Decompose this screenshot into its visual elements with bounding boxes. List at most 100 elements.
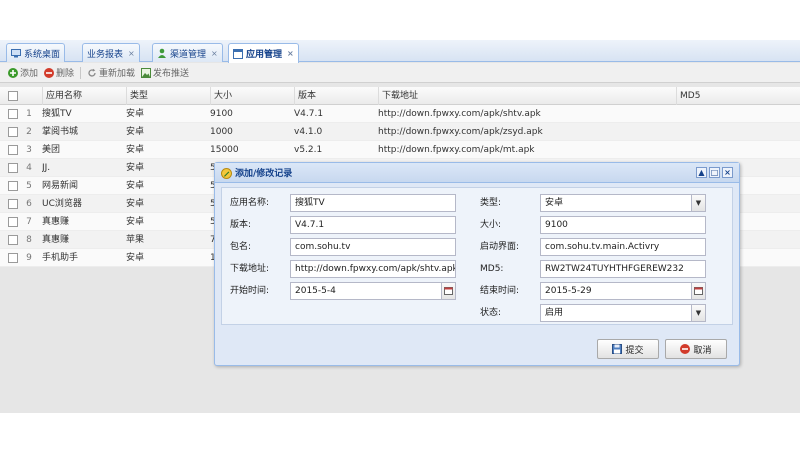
toolbar: 添加 删除 重新加载 发布推送 [0,63,800,83]
type-select[interactable]: 安卓 ▼ [540,194,706,212]
column-header-type[interactable]: 类型 [126,87,208,105]
cell-name: 真惠赚 [42,217,70,227]
cell-name: 美团 [42,145,61,155]
row-checkbox[interactable] [8,127,18,137]
tab-app-management[interactable]: 应用管理 × [228,43,299,63]
row-checkbox[interactable] [8,145,18,155]
cell-type: 安卓 [126,181,145,191]
add-button-label: 添加 [20,69,39,79]
row-number: 6 [26,199,32,209]
tab-reports[interactable]: 业务报表 × [82,43,140,62]
dialog-titlebar[interactable]: 添加/修改记录 ▲ □ × [215,163,739,183]
cell-name: JJ. [42,163,51,173]
publish-button[interactable]: 发布推送 [141,66,189,79]
cell-type: 安卓 [126,253,145,263]
row-number: 5 [26,181,32,191]
version-input[interactable]: V4.7.1 [290,216,456,234]
table-row[interactable]: 3 美团 安卓 15000 v5.2.1 http://down.fpwxy.com/ap… [0,141,800,159]
row-number: 7 [26,217,32,227]
column-header-url[interactable]: 下载地址 [378,87,674,105]
calendar-icon[interactable] [691,283,705,299]
chevron-down-icon[interactable]: ▼ [691,305,705,321]
tab-desktop[interactable]: 系统桌面 [6,43,66,62]
window-icon [233,48,243,59]
publish-button-label: 发布推送 [153,69,190,79]
md5-input[interactable]: RW2TW24TUYHTHFGEREW232 [540,260,706,278]
cell-name: 掌阅书城 [42,127,79,137]
url-label: 下载地址: [230,264,270,274]
row-number: 1 [26,109,32,119]
row-number: 2 [26,127,32,137]
start-time-value: 2015-5-4 [295,286,336,296]
toolbar-separator [80,66,82,79]
column-header-size[interactable]: 大小 [210,87,292,105]
row-checkbox[interactable] [8,163,18,173]
cell-name: 手机助手 [42,253,79,263]
cancel-icon [680,344,691,354]
end-time-label: 结束时间: [480,286,520,296]
chevron-down-icon[interactable]: ▼ [691,195,705,211]
cell-type: 安卓 [126,199,145,209]
type-value: 安卓 [545,198,564,208]
user-icon [157,48,167,58]
refresh-icon [87,68,97,78]
close-icon[interactable]: × [128,49,135,58]
row-checkbox[interactable] [8,109,18,119]
close-icon[interactable]: × [287,49,294,58]
close-icon[interactable]: × [722,167,733,178]
close-icon[interactable]: × [211,49,218,58]
end-time-input[interactable]: 2015-5-29 [540,282,706,300]
start-time-label: 开始时间: [230,286,270,296]
tab-desktop-label: 系统桌面 [24,49,61,60]
add-button[interactable]: 添加 [8,66,38,79]
tab-app-management-label: 应用管理 [246,50,283,60]
launch-input[interactable]: com.sohu.tv.main.Activry [540,238,706,256]
select-all-checkbox[interactable] [8,91,18,101]
app-name-input[interactable]: 搜狐TV [290,194,456,212]
tab-channels[interactable]: 渠道管理 × [152,43,223,62]
maximize-icon[interactable]: □ [709,167,720,178]
delete-icon [44,67,55,78]
tab-reports-label: 业务报表 [87,49,124,60]
column-header-name[interactable]: 应用名称 [42,87,124,105]
delete-button[interactable]: 删除 [44,66,74,79]
type-label: 类型: [480,198,502,208]
package-label: 包名: [230,242,252,252]
add-icon [8,67,18,78]
version-label: 版本: [230,220,252,230]
dialog-title: 添加/修改记录 [235,169,293,179]
cell-url: http://down.fpwxy.com/apk/shtv.apk [378,109,541,119]
row-checkbox[interactable] [8,235,18,245]
desktop-icon [11,48,21,58]
column-header-version[interactable]: 版本 [294,87,376,105]
cancel-button[interactable]: 取消 [665,339,727,359]
cell-url: http://down.fpwxy.com/apk/zsyd.apk [378,127,543,137]
start-time-input[interactable]: 2015-5-4 [290,282,456,300]
row-checkbox[interactable] [8,181,18,191]
calendar-icon[interactable] [441,283,455,299]
url-input[interactable]: http://down.fpwxy.com/apk/shtv.apk [290,260,456,278]
status-label: 状态: [480,308,502,318]
status-select[interactable]: 启用 ▼ [540,304,706,322]
row-checkbox[interactable] [8,217,18,227]
size-label: 大小: [480,220,502,230]
row-checkbox[interactable] [8,253,18,263]
cell-md5 [676,105,800,123]
cell-name: 网易新闻 [42,181,79,191]
row-checkbox[interactable] [8,199,18,209]
collapse-icon[interactable]: ▲ [696,167,707,178]
cell-version: V4.7.1 [294,109,324,119]
reload-button[interactable]: 重新加载 [87,66,135,79]
table-row[interactable]: 2 掌阅书城 安卓 1000 v4.1.0 http://down.fpwxy.com/a… [0,123,800,141]
cell-type: 安卓 [126,145,145,155]
table-row[interactable]: 1 搜狐TV 安卓 9100 V4.7.1 http://down.fpwxy.com/a… [0,105,800,123]
column-header-md5[interactable]: MD5 [676,87,800,105]
size-input[interactable]: 9100 [540,216,706,234]
delete-button-label: 删除 [56,69,75,79]
row-number: 3 [26,145,32,155]
submit-button[interactable]: 提交 [597,339,659,359]
save-icon [612,344,623,354]
package-input[interactable]: com.sohu.tv [290,238,456,256]
cell-md5 [676,123,800,141]
cell-version: v5.2.1 [294,145,323,155]
